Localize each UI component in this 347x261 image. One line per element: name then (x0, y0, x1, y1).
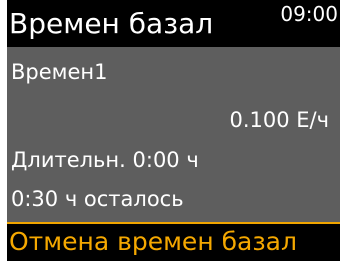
temp-basal-name: Времен1 (11, 60, 108, 84)
pump-screen: Времен базал 09:00 Времен1 0.100 Е/ч Дли… (7, 0, 340, 261)
header-bar: Времен базал 09:00 (7, 0, 340, 47)
screen-title: Времен базал (9, 7, 214, 40)
cancel-temp-basal-button[interactable]: Отмена времен базал (7, 222, 340, 261)
temp-basal-remaining: 0:30 ч осталось (11, 187, 184, 211)
temp-basal-rate: 0.100 Е/ч (229, 108, 329, 132)
cancel-temp-basal-label: Отмена времен базал (9, 227, 297, 256)
temp-basal-duration: Длительн. 0:00 ч (11, 148, 199, 172)
clock-time: 09:00 (280, 2, 338, 26)
